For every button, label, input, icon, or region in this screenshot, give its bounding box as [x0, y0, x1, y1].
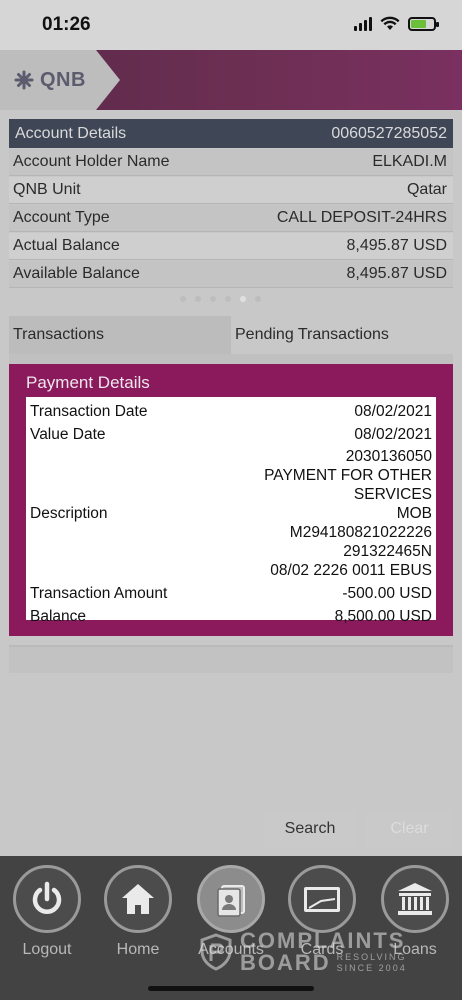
description-line: 291322465N: [343, 543, 432, 560]
row-label: QNB Unit: [13, 181, 81, 198]
description-line: 08/02 2226 0011 EBUS: [270, 562, 432, 579]
complaints-board-watermark: COMPLAINTS BOARD RESOLVING SINCE 2004: [200, 930, 407, 974]
transaction-date-row: Transaction Date 08/02/2021: [30, 400, 432, 423]
watermark-tag1: RESOLVING: [336, 952, 407, 962]
account-details-table: Account Details 0060527285052 Account Ho…: [9, 119, 453, 288]
wifi-icon: [380, 16, 400, 30]
payment-details-modal: Payment Details Transaction Date 08/02/2…: [9, 364, 453, 636]
nav-circle[interactable]: [13, 865, 81, 933]
balance-value: 8,500.00 USD: [334, 608, 432, 625]
value-date-label: Value Date: [30, 425, 106, 443]
page-indicator[interactable]: [180, 296, 261, 302]
row-value: ELKADI.M: [372, 153, 447, 170]
watermark-tag2: SINCE 2004: [336, 963, 407, 973]
account-number: 0060527285052: [331, 124, 447, 142]
page-dot[interactable]: [195, 296, 201, 302]
battery-icon: [408, 16, 439, 31]
accounts-icon: [217, 885, 245, 917]
row-value: 8,495.87 USD: [346, 265, 447, 282]
description-line: M294180821022226: [289, 524, 432, 541]
details-row-available-balance: Available Balance 8,495.87 USD: [9, 261, 453, 288]
details-row-type: Account Type CALL DEPOSIT-24HRS: [9, 205, 453, 232]
page-dot[interactable]: [180, 296, 186, 302]
description-line: PAYMENT FOR OTHER: [264, 467, 432, 484]
status-icons: [354, 16, 439, 31]
account-details-header: Account Details 0060527285052: [9, 119, 453, 148]
transaction-date-label: Transaction Date: [30, 402, 148, 420]
description-line: 2030136050: [345, 448, 432, 465]
description-label: Description: [30, 504, 108, 522]
transactions-panel: [9, 354, 453, 364]
page-dot[interactable]: [225, 296, 231, 302]
qnb-logo: QNB: [0, 50, 120, 110]
page-dot-active[interactable]: [240, 296, 246, 302]
row-label: Available Balance: [13, 265, 140, 282]
row-value: CALL DEPOSIT-24HRS: [276, 209, 447, 226]
transaction-tabs: Transactions Pending Transactions: [9, 316, 453, 354]
nav-label: Logout: [22, 941, 72, 958]
clear-button[interactable]: Clear: [366, 810, 453, 848]
modal-title: Payment Details: [26, 373, 150, 392]
tab-transactions[interactable]: Transactions: [9, 316, 231, 354]
details-row-unit: QNB Unit Qatar: [9, 177, 453, 204]
payment-details-body: Transaction Date 08/02/2021 Value Date 0…: [26, 397, 436, 625]
card-icon: [304, 887, 340, 912]
app-header: QNB: [0, 50, 462, 110]
home-indicator: [148, 986, 314, 991]
description-value: 2030136050 PAYMENT FOR OTHER SERVICES MO…: [264, 447, 432, 580]
search-button[interactable]: Search: [265, 810, 355, 848]
details-row-holder: Account Holder Name ELKADI.M: [9, 149, 453, 176]
transaction-amount-value: -500.00 USD: [342, 585, 432, 602]
value-date-row: Value Date 08/02/2021: [30, 423, 432, 446]
row-label: Account Type: [13, 209, 110, 226]
details-row-actual-balance: Actual Balance 8,495.87 USD: [9, 233, 453, 260]
balance-row: Balance 8,500.00 USD: [30, 605, 432, 628]
shield-icon: [200, 933, 232, 971]
nav-circle[interactable]: [197, 865, 265, 933]
watermark-text: COMPLAINTS BOARD RESOLVING SINCE 2004: [240, 930, 407, 974]
home-icon: [122, 884, 154, 914]
bank-icon: [398, 883, 432, 915]
status-time: 01:26: [42, 14, 91, 35]
balance-label: Balance: [30, 607, 87, 625]
transaction-amount-row: Transaction Amount -500.00 USD: [30, 582, 432, 605]
nav-logout[interactable]: Logout: [12, 865, 82, 959]
row-label: Account Holder Name: [13, 153, 170, 170]
table-row[interactable]: [9, 645, 453, 673]
nav-label: Home: [116, 941, 160, 958]
nav-circle[interactable]: [104, 865, 172, 933]
nav-circle[interactable]: [381, 865, 449, 933]
logo-text: QNB: [40, 68, 86, 91]
watermark-line1: COMPLAINTS: [240, 928, 406, 953]
description-line: SERVICES: [353, 486, 432, 503]
description-row: Description 2030136050 PAYMENT FOR OTHER…: [30, 447, 432, 580]
tab-pending-transactions[interactable]: Pending Transactions: [231, 316, 453, 354]
nav-circle[interactable]: [288, 865, 356, 933]
page-dot[interactable]: [255, 296, 261, 302]
transaction-amount-label: Transaction Amount: [30, 584, 168, 602]
value-date-value: 08/02/2021: [354, 426, 432, 443]
account-details-title: Account Details: [15, 124, 127, 142]
description-line: MOB: [396, 505, 432, 522]
page-dot[interactable]: [210, 296, 216, 302]
nav-home[interactable]: Home: [103, 865, 173, 959]
transaction-date-value: 08/02/2021: [354, 403, 432, 420]
row-value: 8,495.87 USD: [346, 237, 447, 254]
row-value: Qatar: [406, 181, 447, 198]
qnb-logo-icon: [14, 70, 34, 90]
watermark-line2: BOARD: [240, 950, 331, 975]
status-bar: 01:26: [0, 0, 462, 50]
signal-icon: [354, 16, 372, 31]
power-icon: [32, 881, 62, 914]
row-label: Actual Balance: [13, 237, 120, 254]
